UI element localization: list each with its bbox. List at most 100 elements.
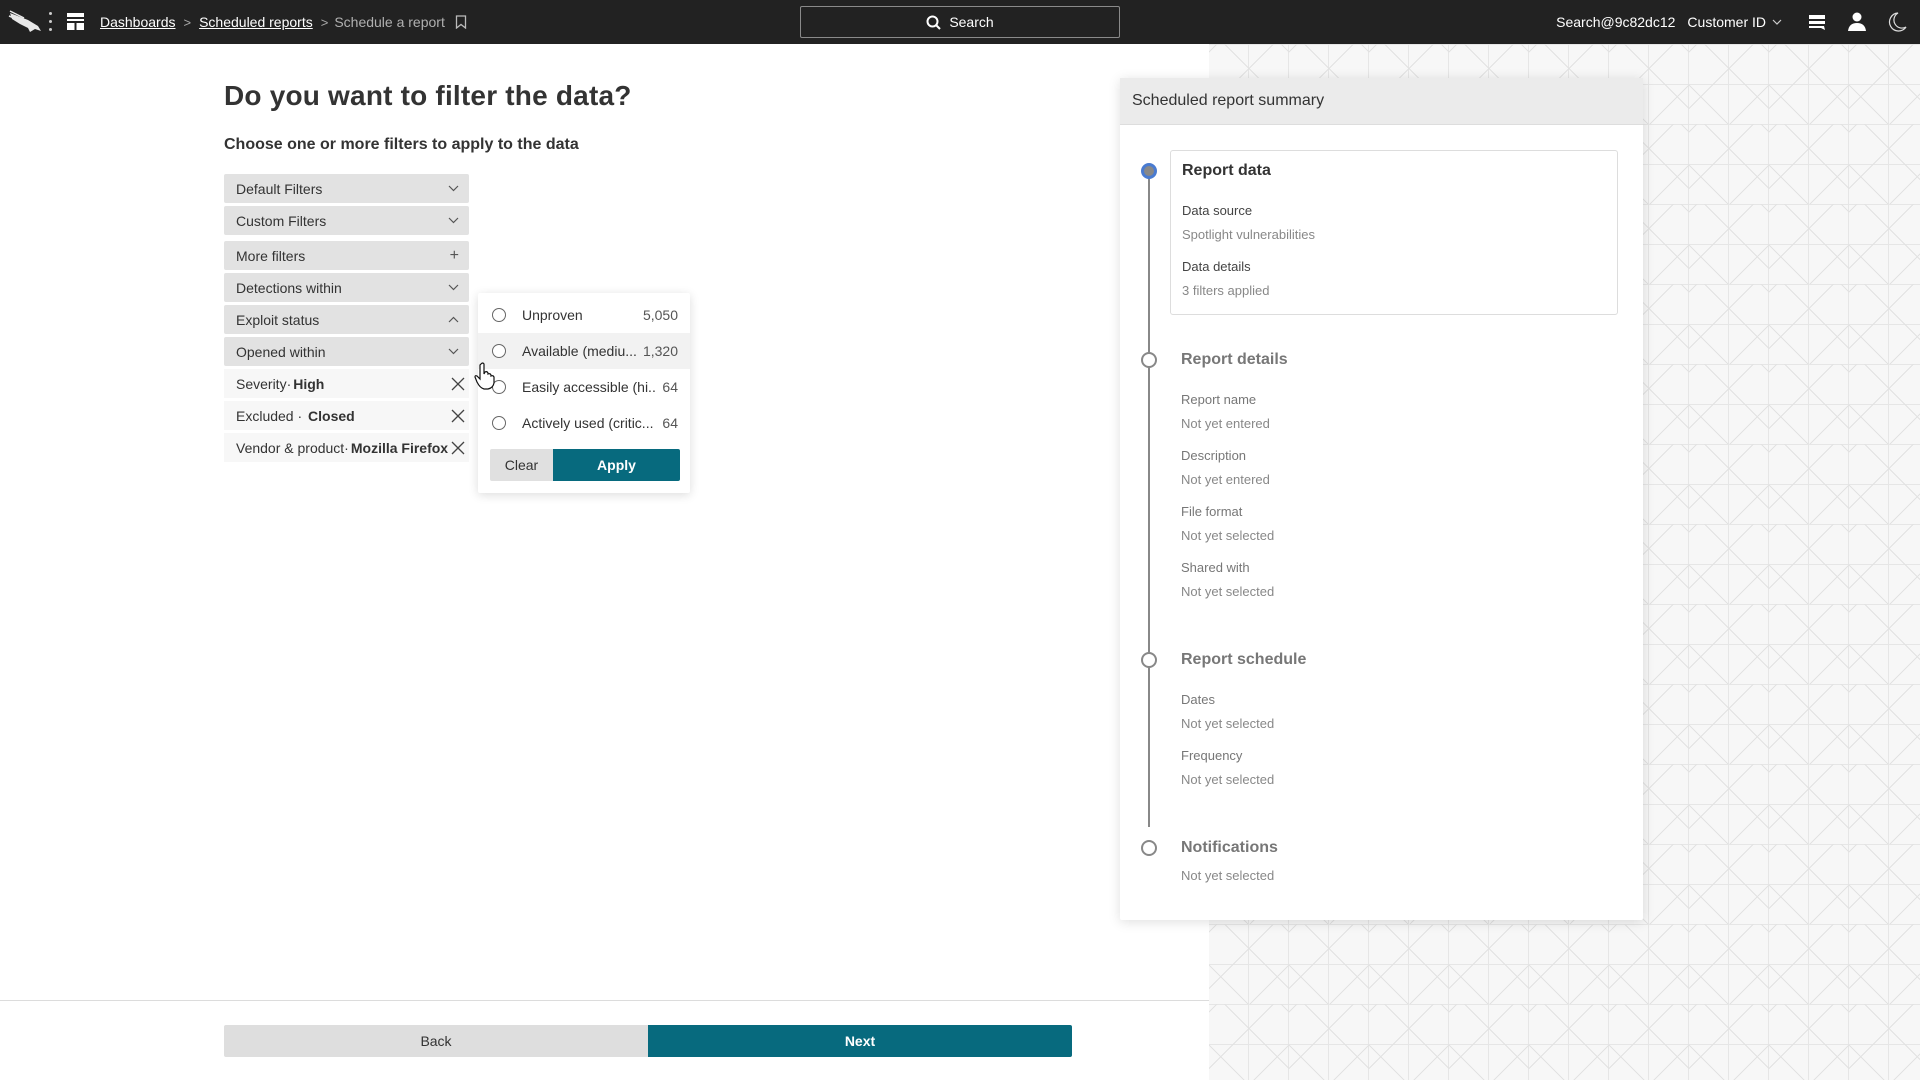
- step-indicator-active: [1141, 163, 1157, 179]
- summary-value: 3 filters applied: [1182, 283, 1270, 298]
- exploit-option-easily-accessible[interactable]: Easily accessible (hi... 64: [478, 369, 690, 405]
- report-summary-panel: Scheduled report summary Report data Dat…: [1120, 78, 1643, 920]
- exploit-option-unproven[interactable]: Unproven 5,050: [478, 297, 690, 333]
- radio-button[interactable]: [492, 416, 506, 430]
- remove-filter-icon[interactable]: [451, 377, 465, 391]
- applied-filter-text: Vendor & product· Mozilla Firefox: [236, 440, 448, 456]
- filter-value: High: [293, 375, 325, 392]
- breadcrumb-separator: >: [183, 14, 192, 30]
- messages-icon[interactable]: [1806, 11, 1828, 33]
- report-schedule-title: Report schedule: [1181, 651, 1307, 668]
- exploit-option-actively-used[interactable]: Actively used (critic... 64: [478, 405, 690, 441]
- timeline-line: [1148, 171, 1150, 827]
- remove-filter-icon[interactable]: [451, 409, 465, 423]
- filter-key: Excluded ·: [236, 407, 303, 424]
- exploit-status-filter[interactable]: Exploit status: [224, 305, 469, 334]
- chevron-down-icon: [448, 348, 459, 355]
- more-filters-label: More filters: [236, 247, 306, 264]
- filter-value: Closed: [308, 407, 355, 424]
- summary-label: Report name: [1181, 392, 1257, 407]
- summary-label: Data source: [1182, 203, 1253, 218]
- hand-cursor-icon: [474, 362, 495, 390]
- summary-label: Description: [1181, 448, 1247, 463]
- search-bar[interactable]: Search: [800, 6, 1120, 38]
- option-label: Available (mediu...: [522, 343, 637, 359]
- user-icon[interactable]: [1846, 11, 1868, 33]
- applied-filter-chip: Severity· High: [224, 369, 469, 398]
- custom-filters-toggle[interactable]: Custom Filters: [224, 206, 469, 235]
- summary-value: Not yet entered: [1181, 472, 1270, 487]
- summary-value: Not yet selected: [1181, 528, 1275, 543]
- applied-filter-chip: Vendor & product· Mozilla Firefox: [224, 433, 469, 462]
- user-account[interactable]: Search@9c82dc12: [1556, 14, 1675, 30]
- opened-within-filter[interactable]: Opened within: [224, 337, 469, 366]
- custom-filters-label: Custom Filters: [236, 212, 327, 229]
- summary-label: File format: [1181, 504, 1243, 519]
- step-indicator: [1141, 352, 1157, 368]
- summary-value: Not yet selected: [1181, 716, 1275, 731]
- summary-label: Shared with: [1181, 560, 1250, 575]
- summary-value: Not yet selected: [1181, 772, 1275, 787]
- remove-filter-icon[interactable]: [451, 441, 465, 455]
- summary-value: Not yet selected: [1181, 868, 1275, 883]
- chevron-down-icon: [448, 185, 459, 192]
- report-data-title: Report data: [1182, 162, 1271, 179]
- chevron-down-icon: [448, 217, 459, 224]
- falcon-logo-icon[interactable]: [8, 10, 42, 34]
- applied-filter-text: Excluded · Closed: [236, 408, 355, 424]
- step-indicator: [1141, 652, 1157, 668]
- page-title: Do you want to filter the data?: [224, 80, 632, 111]
- kebab-menu-icon[interactable]: [48, 12, 54, 32]
- search-label: Search: [949, 14, 994, 30]
- breadcrumb-separator: >: [320, 14, 329, 30]
- back-button[interactable]: Back: [224, 1025, 648, 1057]
- applied-filter-text: Severity· High: [236, 376, 324, 392]
- plus-icon: +: [449, 246, 459, 264]
- summary-header: Scheduled report summary: [1120, 78, 1643, 125]
- search-icon: [926, 15, 942, 30]
- customer-id-dropdown[interactable]: Customer ID: [1687, 14, 1782, 30]
- summary-value: Spotlight vulnerabilities: [1182, 227, 1315, 242]
- dashboard-icon[interactable]: [67, 13, 84, 30]
- more-filters-button[interactable]: More filters +: [224, 241, 469, 270]
- option-count: 1,320: [642, 343, 678, 359]
- summary-value: Not yet entered: [1181, 416, 1270, 431]
- filter-value: Mozilla Firefox: [350, 439, 449, 456]
- page-subtitle: Choose one or more filters to apply to t…: [224, 136, 579, 153]
- detections-within-filter[interactable]: Detections within: [224, 273, 469, 302]
- next-button[interactable]: Next: [648, 1025, 1072, 1057]
- option-label: Actively used (critic...: [522, 415, 654, 431]
- option-count: 5,050: [642, 307, 678, 323]
- breadcrumb-current: Schedule a report: [334, 14, 445, 30]
- breadcrumb-dashboards[interactable]: Dashboards: [100, 14, 176, 30]
- step-indicator: [1141, 840, 1157, 856]
- default-filters-toggle[interactable]: Default Filters: [224, 174, 469, 203]
- customer-id-label: Customer ID: [1687, 14, 1766, 30]
- moon-icon[interactable]: [1886, 11, 1908, 33]
- option-label: Easily accessible (hi...: [522, 379, 657, 395]
- filter-key: Severity·: [236, 375, 292, 392]
- top-bar: Dashboards > Scheduled reports > Schedul…: [0, 0, 1920, 44]
- clear-button[interactable]: Clear: [490, 449, 553, 481]
- opened-within-label: Opened within: [236, 343, 326, 360]
- top-right-controls: Search@9c82dc12 Customer ID: [1556, 0, 1920, 44]
- popup-actions: Clear Apply: [490, 449, 680, 481]
- breadcrumb-scheduled-reports[interactable]: Scheduled reports: [199, 14, 313, 30]
- radio-button[interactable]: [492, 308, 506, 322]
- filter-list: Default Filters Custom Filters More filt…: [224, 174, 469, 465]
- exploit-option-available[interactable]: Available (mediu... 1,320: [478, 333, 690, 369]
- exploit-status-label: Exploit status: [236, 311, 320, 328]
- chevron-down-icon: [448, 284, 459, 291]
- exploit-status-popup: Unproven 5,050 Available (mediu... 1,320…: [478, 293, 690, 493]
- summary-label: Dates: [1181, 692, 1215, 707]
- notifications-title: Notifications: [1181, 839, 1278, 856]
- radio-button[interactable]: [492, 344, 506, 358]
- chevron-down-icon: [1772, 19, 1782, 25]
- option-count: 64: [662, 379, 678, 395]
- apply-button[interactable]: Apply: [553, 449, 680, 481]
- summary-label: Frequency: [1181, 748, 1243, 763]
- filter-key: Vendor & product·: [236, 439, 349, 456]
- footer-divider: [0, 1000, 1209, 1001]
- bookmark-icon[interactable]: [455, 15, 467, 29]
- default-filters-label: Default Filters: [236, 180, 323, 197]
